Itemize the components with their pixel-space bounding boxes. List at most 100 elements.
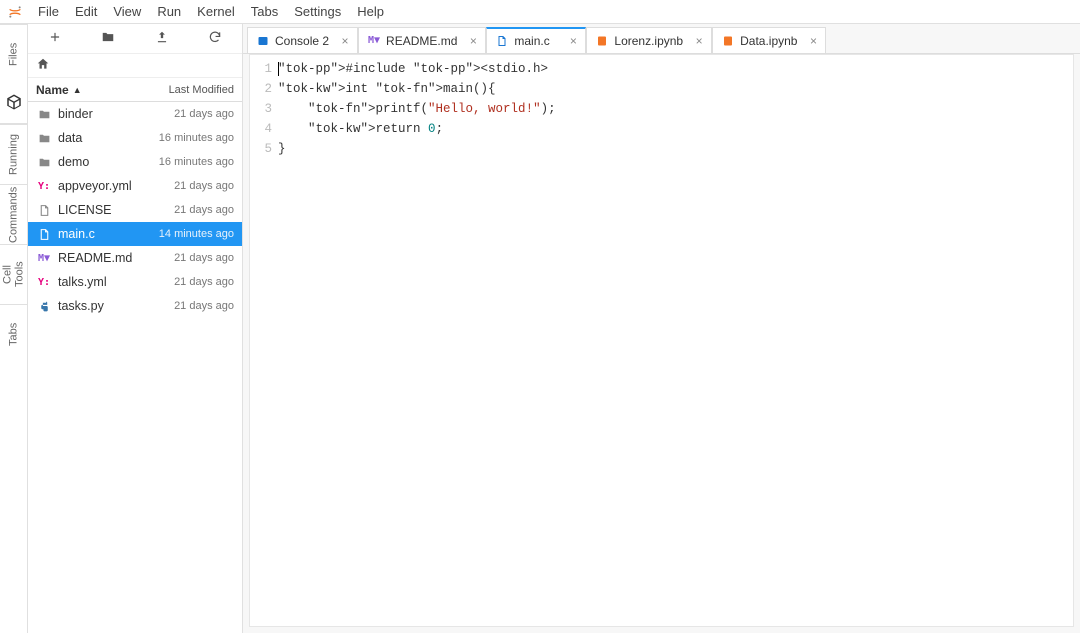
- breadcrumb[interactable]: [28, 54, 242, 78]
- close-icon[interactable]: ×: [565, 34, 581, 48]
- menu-run[interactable]: Run: [149, 0, 189, 24]
- file-name-label: README.md: [58, 251, 142, 265]
- activity-tab-commands[interactable]: Commands: [0, 184, 27, 244]
- plus-icon: [48, 30, 62, 47]
- activity-tab-extensions[interactable]: [0, 84, 27, 124]
- file-icon: [36, 300, 52, 313]
- activity-tab-running[interactable]: Running: [0, 124, 27, 184]
- tab-label: README.md: [386, 34, 457, 48]
- menu-view[interactable]: View: [105, 0, 149, 24]
- file-modified-label: 21 days ago: [142, 252, 234, 264]
- menu-file[interactable]: File: [30, 0, 67, 24]
- file-row-readme-md[interactable]: M▼ README.md21 days ago: [28, 246, 242, 270]
- tab-label: main.c: [514, 34, 557, 48]
- file-row-binder[interactable]: binder21 days ago: [28, 102, 242, 126]
- code-line[interactable]: "tok-pp">#include "tok-pp"><stdio.h>: [278, 59, 1073, 79]
- console-icon: [256, 34, 270, 48]
- menu-kernel[interactable]: Kernel: [189, 0, 243, 24]
- upload-icon: [155, 30, 169, 47]
- editor-tab-console-2[interactable]: Console 2 ×: [247, 27, 358, 53]
- code-editor[interactable]: 12345 "tok-pp">#include "tok-pp"><stdio.…: [249, 54, 1074, 627]
- close-icon[interactable]: ×: [465, 34, 481, 48]
- column-name-label: Name: [36, 83, 69, 97]
- folder-plus-icon: [101, 30, 115, 47]
- file-modified-label: 16 minutes ago: [142, 132, 234, 144]
- activity-tab-tabs[interactable]: Tabs: [0, 304, 27, 364]
- code-line[interactable]: "tok-kw">int "tok-fn">main(){: [278, 79, 1073, 99]
- file-browser: Name ▲ Last Modified binder21 days agoda…: [28, 24, 243, 633]
- file-icon: M▼: [36, 253, 52, 264]
- jupyter-logo-icon: [6, 3, 24, 21]
- sort-asc-icon: ▲: [73, 85, 82, 95]
- editor-area: Console 2×M▼README.md×main.c×Lorenz.ipyn…: [243, 24, 1080, 633]
- file-modified-label: 14 minutes ago: [142, 228, 234, 240]
- home-icon: [36, 57, 50, 74]
- file-icon: Y:: [36, 181, 52, 192]
- editor-gutter: 12345: [250, 55, 278, 626]
- file-icon: [36, 228, 52, 241]
- folder-icon: [36, 132, 52, 145]
- top-menu-bar: File Edit View Run Kernel Tabs Settings …: [0, 0, 1080, 24]
- close-icon[interactable]: ×: [337, 34, 353, 48]
- cube-icon: [5, 93, 23, 114]
- file-name-label: data: [58, 131, 142, 145]
- file-modified-label: 21 days ago: [142, 108, 234, 120]
- editor-tab-main-c[interactable]: main.c ×: [486, 27, 586, 53]
- notebook-icon: [595, 34, 609, 48]
- file-icon: [36, 204, 52, 217]
- file-modified-label: 16 minutes ago: [142, 156, 234, 168]
- file-name-label: main.c: [58, 227, 142, 241]
- file-row-appveyor-yml[interactable]: Y: appveyor.yml21 days ago: [28, 174, 242, 198]
- activity-tab-cell-tools[interactable]: Cell Tools: [0, 244, 27, 304]
- file-name-label: tasks.py: [58, 299, 142, 313]
- file-name-label: demo: [58, 155, 142, 169]
- file-row-talks-yml[interactable]: Y: talks.yml21 days ago: [28, 270, 242, 294]
- file-name-label: appveyor.yml: [58, 179, 142, 193]
- main-area: Files Running Commands Cell Tools Tabs: [0, 24, 1080, 633]
- close-icon[interactable]: ×: [691, 34, 707, 48]
- menu-help[interactable]: Help: [349, 0, 392, 24]
- editor-tab-readme-md[interactable]: M▼ README.md ×: [358, 27, 486, 53]
- menu-edit[interactable]: Edit: [67, 0, 105, 24]
- file-modified-label: 21 days ago: [142, 300, 234, 312]
- folder-icon: [36, 108, 52, 121]
- column-modified-label: Last Modified: [144, 84, 234, 96]
- file-row-data[interactable]: data16 minutes ago: [28, 126, 242, 150]
- file-name-label: talks.yml: [58, 275, 142, 289]
- file-browser-header[interactable]: Name ▲ Last Modified: [28, 78, 242, 102]
- code-line[interactable]: }: [278, 139, 1073, 159]
- menu-tabs[interactable]: Tabs: [243, 0, 286, 24]
- file-row-main-c[interactable]: main.c14 minutes ago: [28, 222, 242, 246]
- file-modified-label: 21 days ago: [142, 204, 234, 216]
- file-row-license[interactable]: LICENSE21 days ago: [28, 198, 242, 222]
- file-browser-list: binder21 days agodata16 minutes agodemo1…: [28, 102, 242, 633]
- editor-tab-data-ipynb[interactable]: Data.ipynb ×: [712, 27, 826, 53]
- editor-tab-lorenz-ipynb[interactable]: Lorenz.ipynb ×: [586, 27, 712, 53]
- notebook-icon: [721, 34, 735, 48]
- refresh-button[interactable]: [189, 24, 243, 53]
- editor-tab-bar: Console 2×M▼README.md×main.c×Lorenz.ipyn…: [243, 24, 1080, 54]
- file-modified-label: 21 days ago: [142, 180, 234, 192]
- close-icon[interactable]: ×: [805, 34, 821, 48]
- editor-code[interactable]: "tok-pp">#include "tok-pp"><stdio.h>"tok…: [278, 55, 1073, 626]
- menu-settings[interactable]: Settings: [286, 0, 349, 24]
- md-icon: M▼: [367, 34, 381, 48]
- activity-tab-files[interactable]: Files: [0, 24, 27, 84]
- tab-label: Data.ipynb: [740, 34, 797, 48]
- tab-label: Console 2: [275, 34, 329, 48]
- new-launcher-button[interactable]: [28, 24, 82, 53]
- file-icon: Y:: [36, 277, 52, 288]
- refresh-icon: [208, 30, 222, 47]
- new-folder-button[interactable]: [82, 24, 136, 53]
- file-row-demo[interactable]: demo16 minutes ago: [28, 150, 242, 174]
- file-row-tasks-py[interactable]: tasks.py21 days ago: [28, 294, 242, 318]
- code-line[interactable]: "tok-kw">return 0;: [278, 119, 1073, 139]
- tab-label: Lorenz.ipynb: [614, 34, 683, 48]
- upload-button[interactable]: [135, 24, 189, 53]
- file-name-label: LICENSE: [58, 203, 142, 217]
- code-line[interactable]: "tok-fn">printf("Hello, world!");: [278, 99, 1073, 119]
- activity-bar: Files Running Commands Cell Tools Tabs: [0, 24, 28, 633]
- file-name-label: binder: [58, 107, 142, 121]
- file-modified-label: 21 days ago: [142, 276, 234, 288]
- file-icon: [495, 34, 509, 48]
